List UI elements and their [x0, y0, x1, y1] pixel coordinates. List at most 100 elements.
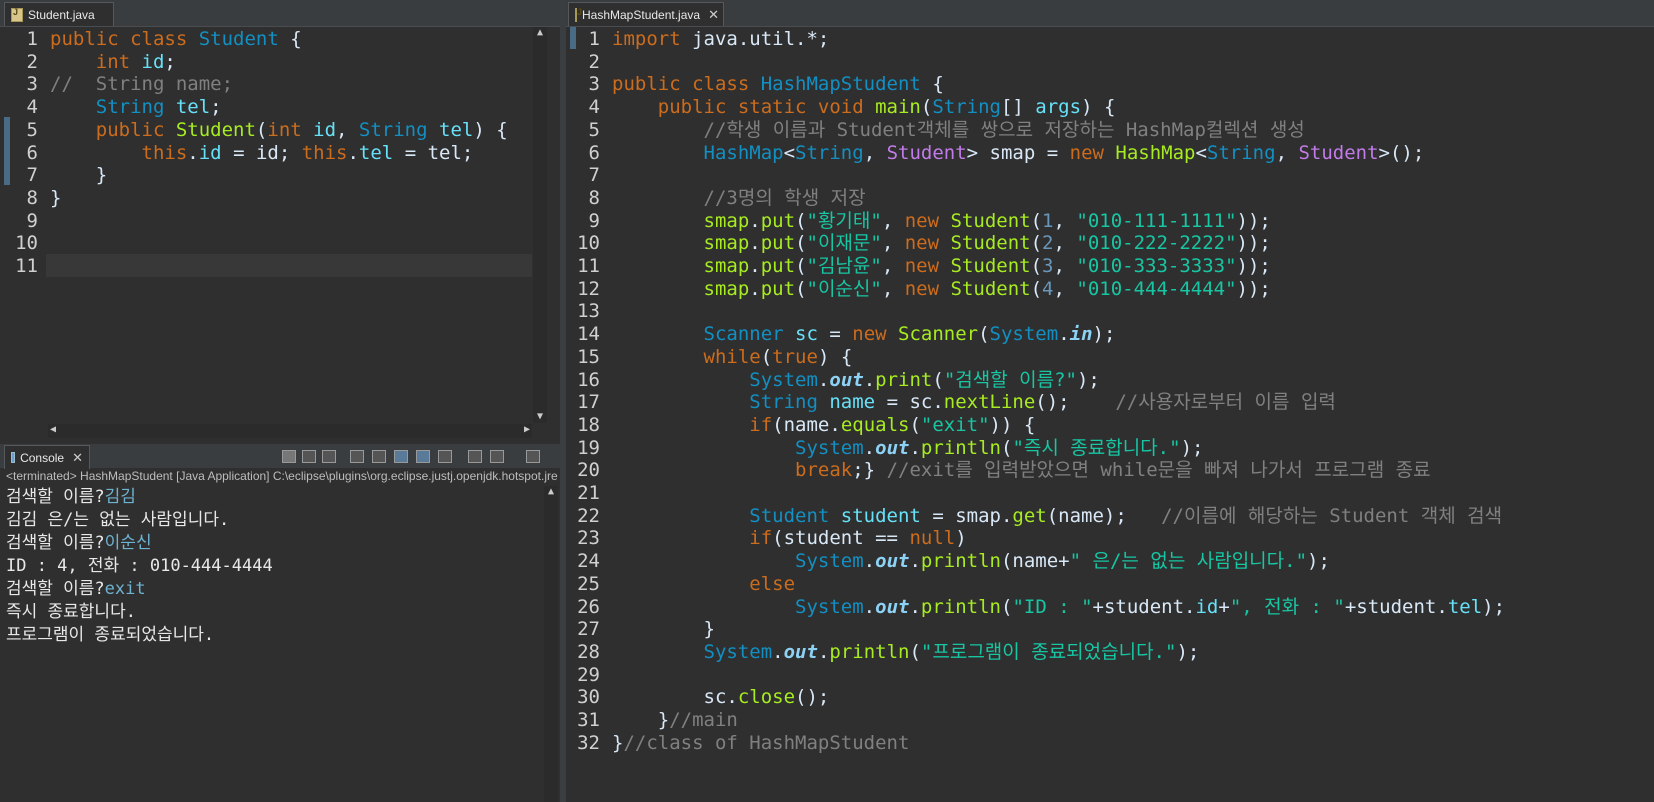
code-token: (	[760, 345, 773, 368]
code-token: if	[749, 413, 773, 436]
code-token: smap	[703, 255, 750, 277]
code-line: else	[612, 572, 795, 596]
right-code-editor[interactable]: 1 import java.util.*; 2 3 public class HashM…	[566, 27, 1654, 802]
code-token: "010-111-1111"	[1076, 209, 1237, 232]
show-on-error-icon[interactable]	[438, 450, 452, 463]
code-line: smap.put("이순신", new Student(4, "010-444-…	[612, 277, 1271, 301]
code-token: put	[760, 255, 796, 277]
code-line: smap.put("이재문", new Student(2, "010-222-…	[612, 231, 1271, 255]
remove-launch-icon[interactable]	[302, 450, 316, 463]
console-text: 즉시 종료합니다.	[6, 602, 136, 622]
code-line: }	[612, 617, 715, 641]
code-token: public	[95, 118, 176, 141]
line-number: 14	[577, 323, 600, 346]
line-number: 11	[15, 255, 38, 277]
code-token: System	[795, 550, 864, 573]
remove-all-icon[interactable]	[322, 450, 336, 463]
code-token: String	[1206, 141, 1276, 164]
code-token: tel	[175, 96, 211, 119]
line-number: 31	[577, 709, 600, 731]
tab-console[interactable]: Console ✕	[4, 445, 90, 469]
code-token: "김남윤"	[806, 255, 882, 277]
current-line-highlight	[46, 254, 532, 277]
code-token: "즉시 종료합니다."	[1012, 436, 1181, 459]
code-token: .	[817, 368, 830, 391]
code-token: //학생 이름과 Student객체를 쌍으로 저장하는 HashMap컬렉션 …	[703, 118, 1305, 141]
code-token: out	[829, 368, 864, 391]
tab-student-java[interactable]: Student.java	[4, 2, 114, 26]
pin-console-icon[interactable]	[468, 450, 482, 463]
code-token: this	[141, 141, 188, 164]
scroll-lock-icon[interactable]	[372, 450, 386, 463]
code-line: String name = sc.nextLine(); //사용자로부터 이름…	[612, 390, 1336, 414]
line-number: 15	[577, 345, 600, 368]
code-token: smap =	[989, 141, 1070, 164]
line-number: 20	[577, 459, 600, 482]
scroll-up-icon[interactable]: ▲	[533, 27, 547, 39]
console-line: 검색할 이름?exit	[6, 578, 542, 601]
scroll-down-icon[interactable]: ▼	[533, 411, 547, 423]
terminate-icon[interactable]	[282, 450, 296, 463]
console-line: 검색할 이름?김김	[6, 486, 542, 509]
left-vertical-scrollbar[interactable]: ▲ ▼	[533, 27, 547, 423]
code-token: ,	[336, 118, 359, 141]
code-token: (name+	[1000, 550, 1070, 573]
clear-console-icon[interactable]	[350, 450, 364, 463]
code-token: 4	[1042, 277, 1054, 300]
code-token: smap	[703, 209, 750, 232]
code-token: null	[909, 527, 956, 550]
close-icon[interactable]: ✕	[708, 7, 719, 23]
code-token: (	[978, 323, 990, 346]
code-token: ();	[1035, 391, 1116, 414]
code-token: );	[1482, 595, 1506, 618]
code-token: >();	[1378, 141, 1425, 164]
scroll-right-icon[interactable]: ▶	[524, 424, 530, 435]
show-on-output-icon[interactable]	[416, 450, 430, 463]
scroll-up-icon[interactable]: ▲	[544, 486, 558, 498]
code-token: ,	[1053, 209, 1077, 232]
code-token: out	[783, 640, 818, 663]
code-token: ", 전화 : "	[1229, 595, 1345, 618]
line-number: 30	[577, 686, 600, 709]
left-horizontal-scrollbar[interactable]: ◀ ▶	[48, 424, 532, 438]
code-token: ));	[1236, 255, 1271, 277]
code-token: //이름에 해당하는 Student 객체 검색	[1161, 504, 1503, 527]
word-wrap-icon[interactable]	[394, 450, 408, 463]
code-token: smap	[703, 232, 750, 255]
java-file-icon	[11, 7, 23, 22]
line-number: 12	[577, 277, 600, 300]
code-token: (	[920, 96, 933, 119]
scroll-left-icon[interactable]: ◀	[50, 424, 56, 435]
code-token: "황기태"	[806, 209, 882, 232]
display-console-icon[interactable]	[490, 450, 504, 463]
console-vertical-scrollbar[interactable]: ▲	[544, 486, 558, 802]
code-token: ,	[881, 209, 905, 232]
code-token: ));	[1236, 277, 1271, 300]
code-token: id	[198, 141, 222, 164]
code-token: get	[1012, 504, 1047, 527]
code-token: }	[50, 186, 62, 209]
code-token: (	[255, 118, 268, 141]
code-token: .	[909, 550, 921, 573]
console-output[interactable]: 검색할 이름?김김 김김 은/는 없는 사람입니다. 검색할 이름?이순신 ID : …	[6, 486, 542, 796]
console-text: 검색할 이름?	[6, 487, 105, 507]
close-icon[interactable]: ✕	[72, 450, 83, 466]
console-line: 프로그램이 종료되었습니다.	[6, 624, 542, 647]
left-code-editor[interactable]: 1 public class Student {2 int id; 3// Stri…	[0, 27, 532, 423]
code-token: = smap.	[920, 504, 1013, 527]
code-token: String	[358, 118, 439, 141]
code-token: public class	[612, 73, 761, 96]
code-token: (	[1030, 277, 1043, 300]
code-token: .	[1058, 323, 1070, 346]
open-console-icon[interactable]	[526, 450, 540, 463]
code-line: Student student = smap.get(name); //이름에 …	[612, 504, 1502, 528]
line-number: 29	[577, 663, 600, 686]
console-status: <terminated> HashMapStudent [Java Applic…	[6, 469, 558, 483]
code-token: .	[817, 640, 830, 663]
code-token: System	[703, 640, 773, 663]
tab-hashmapstudent-java[interactable]: HashMapStudent.java ✕	[568, 2, 724, 26]
code-token: ) {	[817, 345, 853, 368]
